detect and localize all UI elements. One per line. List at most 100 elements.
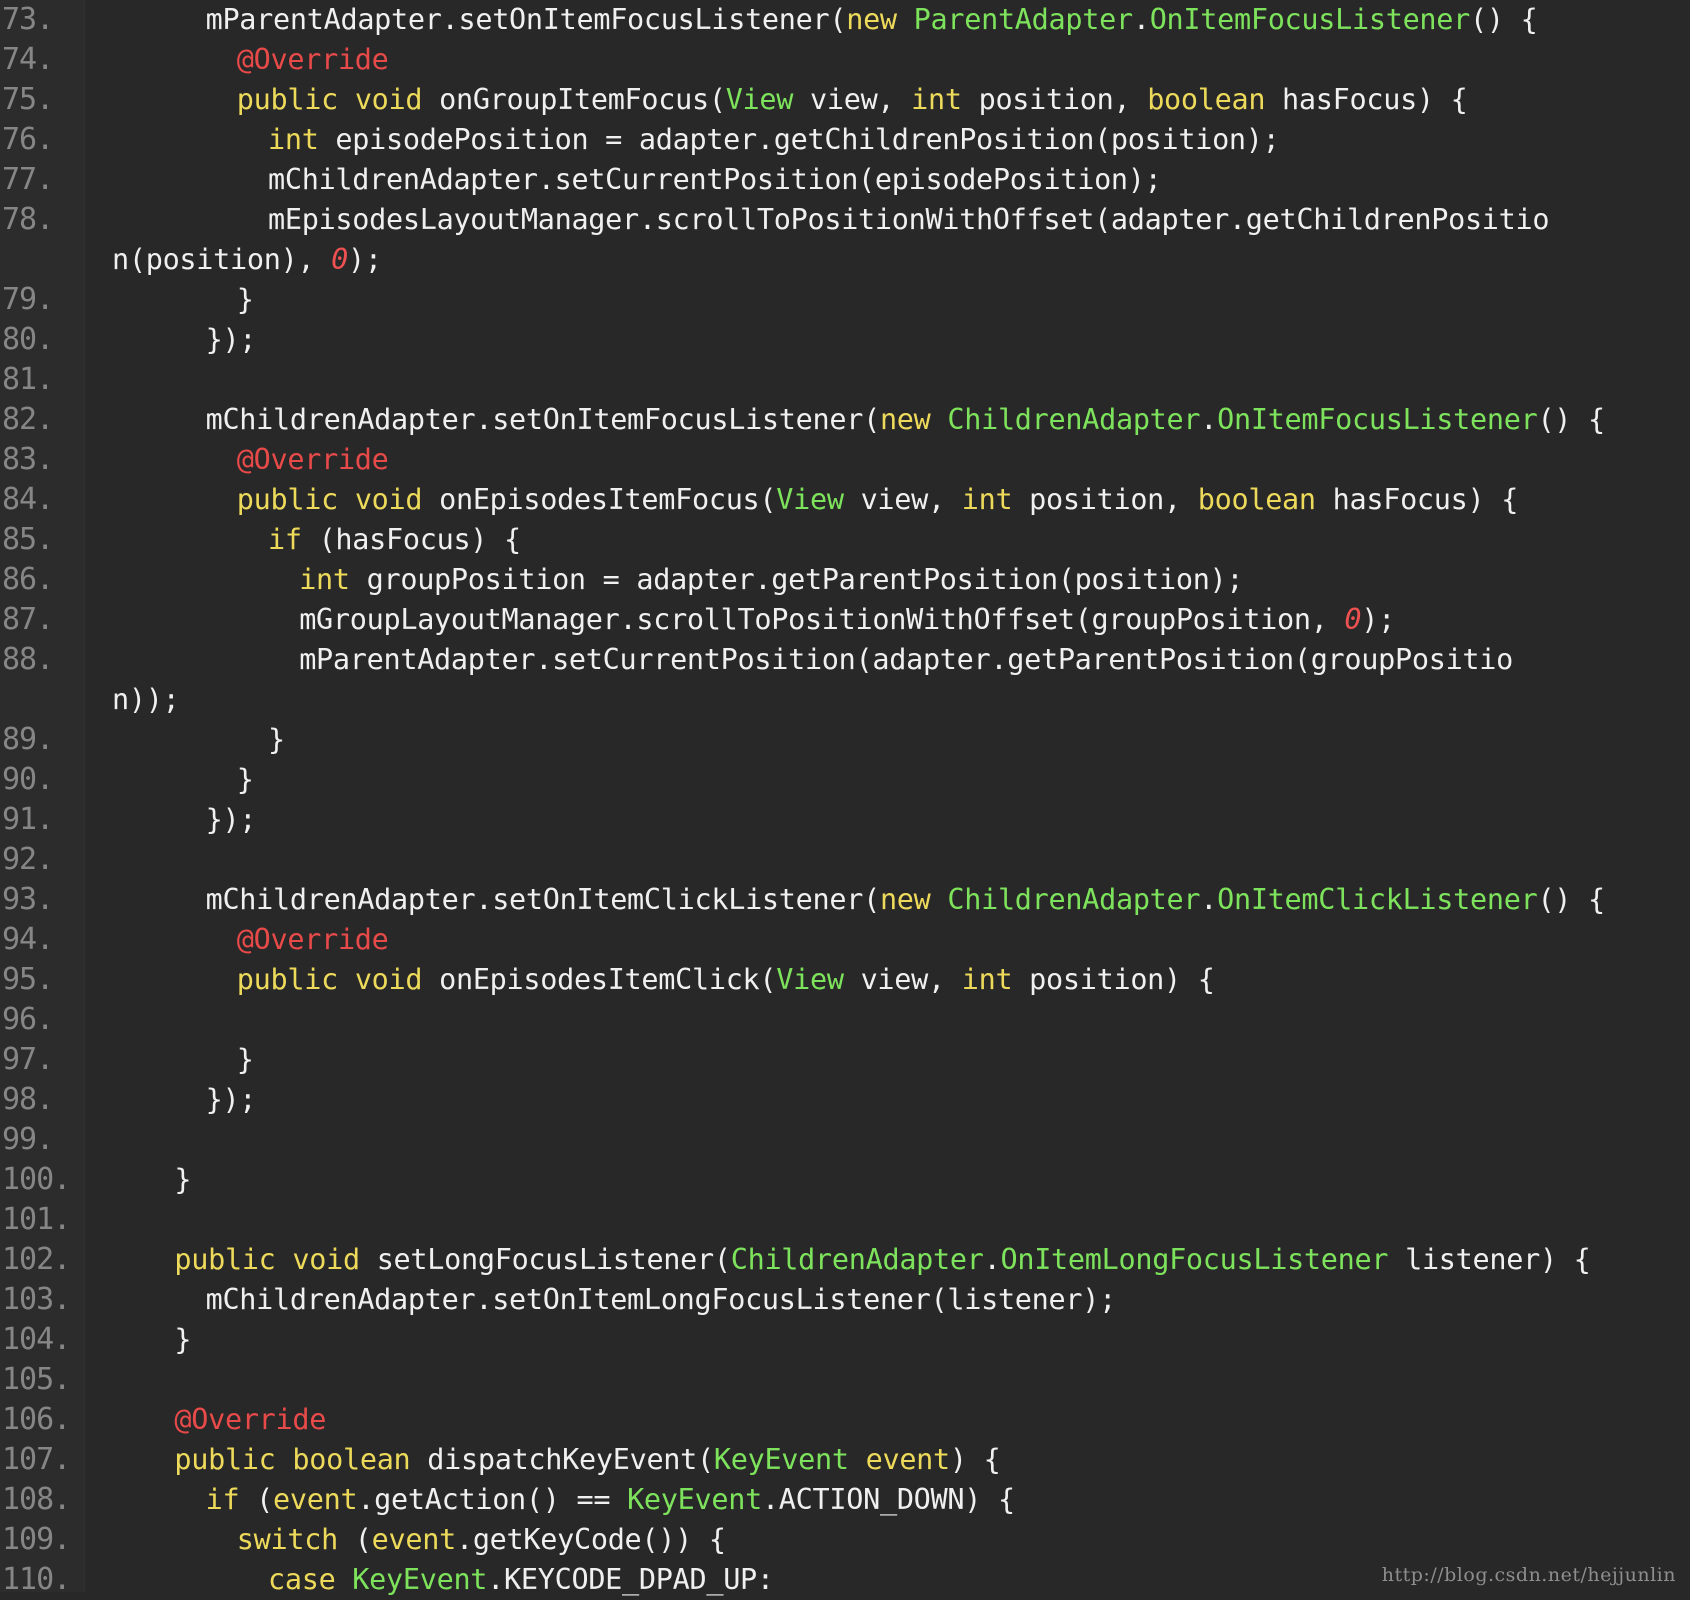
keyword-token: public (236, 483, 338, 516)
line-number: 108. (2, 1482, 71, 1517)
code-line: 80.}); (0, 320, 1690, 360)
line-number: 97. (2, 1042, 54, 1077)
code-line: 92. (0, 840, 1690, 880)
code-token: } (236, 763, 254, 796)
code-text: public void onEpisodesItemClick(View vie… (237, 960, 1215, 1000)
code-token: onGroupItemFocus( (422, 83, 726, 116)
code-line: 87. mGroupLayoutManager.scrollToPositionW… (0, 600, 1690, 640)
code-line: 99. (0, 1120, 1690, 1160)
keyword-token: int (961, 963, 1013, 996)
code-text: public void setLongFocusListener(Childre… (174, 1240, 1590, 1280)
code-token: mEpisodesLayoutManager.scrollToPositionW… (268, 203, 1550, 236)
code-line: 97.} (0, 1040, 1690, 1080)
code-line: 75. public void onGroupItemFocus(View vie… (0, 80, 1690, 120)
code-line: 84. public void onEpisodesItemFocus(View … (0, 480, 1690, 520)
code-line: 98.}); (0, 1080, 1690, 1120)
type-token: KeyEvent (627, 1483, 762, 1516)
code-token: n)); (112, 683, 180, 716)
keyword-token: public (174, 1443, 276, 1476)
code-token: hasFocus) { (1265, 83, 1468, 116)
line-number: 79. (2, 282, 54, 317)
code-line: 85. if (hasFocus) { (0, 520, 1690, 560)
code-token: groupPosition = adapter.getParentPositio… (349, 563, 1244, 596)
type-token: OnItemFocusListener (1217, 403, 1538, 436)
line-number: 105. (2, 1362, 71, 1397)
code-text: } (268, 720, 285, 760)
type-token: OnItemFocusListener (1149, 3, 1471, 36)
code-token: () { (1470, 3, 1538, 36)
code-text: case KeyEvent.KEYCODE_DPAD_UP: (268, 1560, 774, 1600)
code-line: 109. switch (event.getKeyCode()) { (0, 1520, 1690, 1560)
keyword-token: event (865, 1443, 951, 1476)
annotation-token: @Override (236, 923, 389, 956)
code-text: switch (event.getKeyCode()) { (237, 1520, 726, 1560)
code-token: episodePosition = adapter.getChildrenPos… (318, 123, 1280, 156)
line-number: 107. (2, 1442, 71, 1477)
keyword-token: void (292, 1243, 360, 1276)
line-number: 98. (2, 1082, 54, 1117)
code-token: n(position), (112, 243, 332, 276)
code-line: n)); (0, 680, 1690, 720)
type-token: View (776, 963, 844, 996)
type-token: View (776, 483, 844, 516)
code-line: 89.} (0, 720, 1690, 760)
code-text: mParentAdapter.setCurrentPosition(adapte… (299, 640, 1513, 680)
code-text: n(position), 0); (112, 240, 382, 280)
code-line: 81. (0, 360, 1690, 400)
code-line: 79.} (0, 280, 1690, 320)
keyword-token: int (299, 563, 350, 596)
type-token: OnItemClickListener (1217, 883, 1538, 916)
code-text: }); (206, 320, 257, 360)
code-token: ( (337, 1523, 372, 1556)
code-text: mChildrenAdapter.setOnItemLongFocusListe… (205, 1280, 1117, 1320)
code-token: dispatchKeyEvent( (410, 1443, 714, 1476)
line-number: 78. (2, 202, 54, 237)
code-token: view, (793, 83, 912, 116)
code-token: .KEYCODE_DPAD_UP: (487, 1563, 774, 1596)
code-token: mChildrenAdapter.setOnItemFocusListener( (205, 403, 881, 436)
line-number: 76. (2, 122, 54, 157)
code-text: mChildrenAdapter.setOnItemFocusListener(… (205, 400, 1606, 440)
keyword-token: public (236, 83, 338, 116)
code-token: . (983, 1243, 1001, 1276)
line-number: 75. (2, 82, 54, 117)
code-line: 96. (0, 1000, 1690, 1040)
line-number: 73. (2, 2, 54, 37)
line-number: 100. (2, 1162, 71, 1197)
code-token: position, (1012, 483, 1198, 516)
keyword-token: void (354, 963, 423, 996)
code-line: 101. (0, 1200, 1690, 1240)
line-number: 86. (2, 562, 54, 597)
line-number: 84. (2, 482, 54, 517)
watermark: http://blog.csdn.net/hejjunlin (1381, 1564, 1676, 1586)
line-number (0, 680, 68, 720)
code-text: mChildrenAdapter.setCurrentPosition(epis… (268, 160, 1162, 200)
code-line: 100.} (0, 1160, 1690, 1200)
keyword-token: if (268, 523, 302, 556)
line-number: 93. (2, 882, 54, 917)
code-token: mChildrenAdapter.setOnItemLongFocusListe… (205, 1283, 1117, 1316)
code-text: public void onGroupItemFocus(View view, … (237, 80, 1468, 120)
keyword-token: int (268, 123, 319, 156)
code-token: }); (205, 803, 257, 836)
code-token: ); (348, 243, 382, 276)
code-token: } (236, 1043, 254, 1076)
code-line: 88. mParentAdapter.setCurrentPosition(ada… (0, 640, 1690, 680)
line-number: 103. (2, 1282, 71, 1317)
line-number: 80. (2, 322, 54, 357)
code-text: int groupPosition = adapter.getParentPos… (299, 560, 1243, 600)
code-line: 82. mChildrenAdapter.setOnItemFocusListen… (0, 400, 1690, 440)
code-text: } (237, 760, 254, 800)
code-token: position) { (1012, 963, 1215, 996)
annotation-token: @Override (174, 1403, 327, 1436)
code-text: } (174, 1320, 191, 1360)
code-text: } (237, 280, 254, 320)
code-token: view, (843, 963, 962, 996)
keyword-token: boolean (292, 1443, 411, 1476)
type-token: KeyEvent (352, 1563, 488, 1596)
keyword-token: public (236, 963, 338, 996)
